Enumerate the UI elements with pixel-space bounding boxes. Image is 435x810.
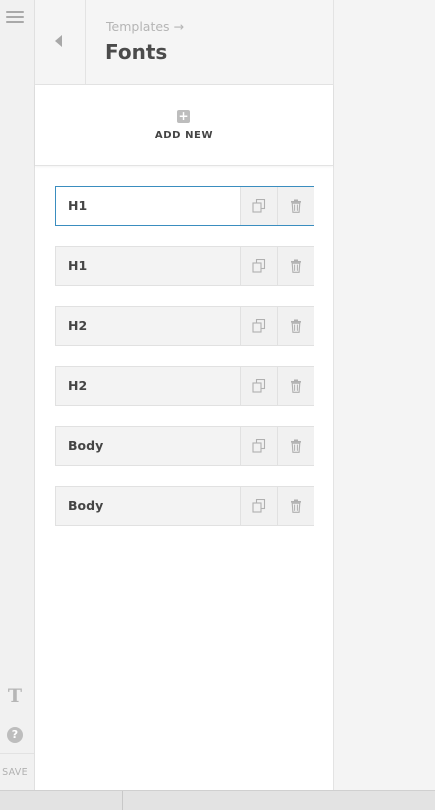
panel-header: Templates → Fonts: [35, 0, 333, 85]
preview-area: [334, 0, 435, 790]
duplicate-button[interactable]: [240, 307, 277, 345]
add-new-label: ADD NEW: [154, 130, 214, 141]
plus-icon: +: [177, 109, 190, 123]
delete-button[interactable]: [277, 427, 314, 465]
delete-button[interactable]: [277, 247, 314, 285]
text-icon[interactable]: T: [6, 686, 24, 706]
font-item-label: Body: [68, 498, 104, 513]
font-item[interactable]: H1: [55, 246, 314, 286]
save-button[interactable]: SAVE: [0, 767, 30, 778]
duplicate-button[interactable]: [240, 367, 277, 405]
font-item-label: H2: [68, 378, 88, 393]
font-item[interactable]: H2: [55, 366, 314, 406]
font-item-label: H1: [68, 198, 88, 213]
delete-button[interactable]: [277, 307, 314, 345]
font-item-label: H2: [68, 318, 88, 333]
font-item[interactable]: Body: [55, 486, 314, 526]
font-item[interactable]: H2: [55, 306, 314, 346]
duplicate-button[interactable]: [240, 247, 277, 285]
duplicate-button[interactable]: [240, 187, 277, 225]
duplicate-button[interactable]: [240, 487, 277, 525]
font-item-label: Body: [68, 438, 104, 453]
delete-button[interactable]: [277, 487, 314, 525]
page-title: Fonts: [105, 40, 168, 64]
font-item-label: H1: [68, 258, 88, 273]
bottom-bar: [0, 790, 435, 810]
menu-icon[interactable]: [6, 11, 24, 25]
font-item[interactable]: Body: [55, 426, 314, 466]
delete-button[interactable]: [277, 367, 314, 405]
breadcrumb[interactable]: Templates →: [106, 19, 184, 34]
delete-button[interactable]: [277, 187, 314, 225]
back-arrow-icon: [55, 35, 62, 47]
left-toolbar: T ? SAVE: [0, 0, 35, 790]
help-icon[interactable]: ?: [7, 727, 23, 743]
duplicate-button[interactable]: [240, 427, 277, 465]
back-button[interactable]: [35, 0, 86, 84]
font-item[interactable]: H1: [55, 186, 314, 226]
add-new-button[interactable]: + ADD NEW: [35, 85, 333, 166]
fonts-panel: Templates → Fonts + ADD NEW H1 H1 H2 H2 Body…: [35, 0, 334, 790]
toolbar-divider: [0, 753, 34, 754]
bottom-divider: [122, 791, 123, 810]
